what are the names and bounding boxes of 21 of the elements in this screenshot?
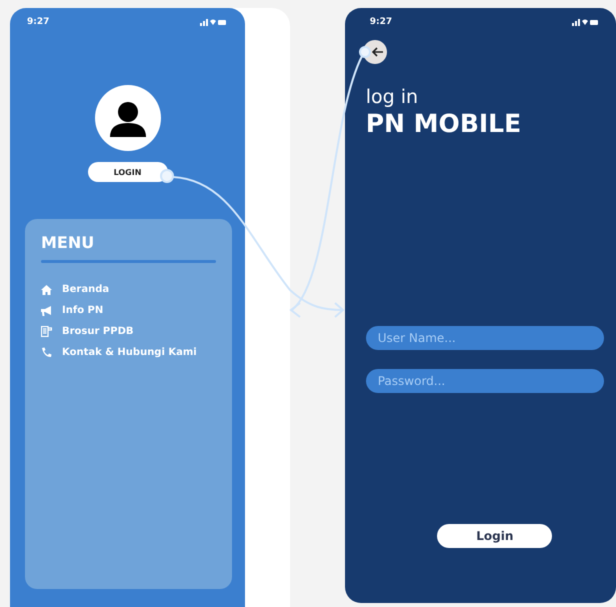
avatar-icon: [94, 85, 160, 151]
menu-item[interactable]: Kontak & Hubungi Kami: [41, 342, 216, 363]
status-icons: [572, 18, 598, 26]
login-button[interactable]: Login: [437, 524, 552, 548]
menu-item[interactable]: Info PN: [41, 300, 216, 321]
back-arrow-icon: [372, 47, 384, 57]
input-field[interactable]: Password...: [366, 369, 604, 393]
status-icons: [200, 18, 226, 26]
input-field[interactable]: User Name...: [366, 326, 604, 350]
status-time: 9:27: [27, 17, 50, 27]
menu-title: MENU: [41, 233, 96, 252]
document-icon: [41, 326, 52, 337]
menu-item[interactable]: Beranda: [41, 279, 216, 300]
app-title: PN MOBILE: [366, 109, 522, 139]
login-button[interactable]: LOGIN: [88, 162, 168, 182]
megaphone-icon: [41, 306, 52, 316]
menu-item[interactable]: Brosur PPDB: [41, 321, 216, 342]
login-subtitle: log in: [366, 85, 420, 109]
home-icon: [41, 284, 52, 294]
phone-icon: [41, 347, 52, 358]
status-time: 9:27: [370, 17, 392, 27]
